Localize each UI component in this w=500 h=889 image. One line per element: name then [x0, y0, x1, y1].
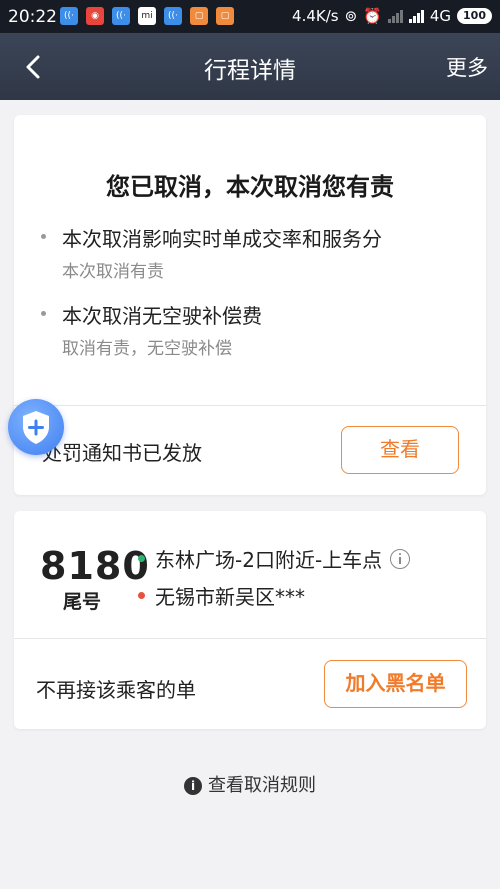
cancel-item-title: 本次取消无空驶补偿费 — [62, 304, 262, 328]
red-app-icon: ◉ — [86, 7, 104, 25]
wifi-app-icon: ((· — [164, 7, 182, 25]
pickup-location: 东林广场-2口附近-上车点 — [138, 544, 411, 573]
status-bar: 20:22 ((· ◉ ((· mi ((· ▢ ▢ 4.4K/s ⊚ ⏰ 4G… — [0, 0, 500, 33]
tail-number-label: 尾号 — [63, 591, 102, 613]
divider — [14, 405, 486, 406]
orange-app-icon: ▢ — [216, 7, 234, 25]
add-to-blacklist-button[interactable]: 加入黑名单 — [324, 660, 467, 708]
page-title: 行程详情 — [204, 58, 296, 84]
safety-shield-button[interactable] — [8, 399, 64, 455]
orange-app-icon: ▢ — [190, 7, 208, 25]
status-time: 20:22 — [8, 7, 57, 27]
dropoff-location: 无锡市新吴区*** — [138, 581, 305, 610]
info-icon[interactable] — [390, 548, 411, 569]
dropoff-dot-icon — [138, 592, 145, 599]
signal-icon — [387, 9, 403, 23]
battery-icon: 100 — [457, 8, 492, 24]
bullet-dot — [41, 311, 46, 316]
mi-app-icon: mi — [138, 7, 156, 25]
divider — [14, 638, 486, 639]
cancel-rules-label: 查看取消规则 — [208, 775, 316, 796]
view-notice-button[interactable]: 查看 — [341, 426, 459, 474]
notification-icons: ((· ◉ ((· mi ((· ▢ ▢ — [60, 7, 234, 25]
nav-bar: 行程详情 更多 — [0, 33, 500, 100]
network-type: 4G — [429, 7, 452, 25]
pickup-dot-icon — [138, 555, 145, 562]
penalty-notice-text: 处罚通知书已发放 — [42, 441, 202, 465]
shield-icon — [23, 411, 49, 444]
cancel-heading: 您已取消，本次取消您有责 — [106, 173, 394, 201]
cancel-item: 本次取消无空驶补偿费 — [41, 300, 262, 329]
cancel-item-title: 本次取消影响实时单成交率和服务分 — [62, 227, 382, 251]
signal-icon — [408, 9, 424, 23]
info-icon: i — [184, 777, 202, 795]
tail-number: 8180 — [40, 544, 150, 588]
more-button[interactable]: 更多 — [446, 52, 488, 82]
hotspot-icon: ⊚ — [344, 7, 358, 25]
cancel-rules-link[interactable]: i 查看取消规则 — [0, 771, 500, 797]
trip-info-card: 8180 尾号 东林广场-2口附近-上车点 无锡市新吴区*** 不再接该乘客的单… — [14, 511, 486, 729]
network-speed: 4.4K/s — [292, 7, 339, 25]
cancel-item-subtitle: 本次取消有责 — [62, 262, 164, 282]
wifi-app-icon: ((· — [60, 7, 78, 25]
bullet-dot — [41, 234, 46, 239]
wifi-app-icon: ((· — [112, 7, 130, 25]
alarm-icon: ⏰ — [363, 7, 382, 25]
dropoff-text: 无锡市新吴区*** — [155, 585, 305, 609]
pickup-text: 东林广场-2口附近-上车点 — [155, 548, 383, 572]
block-passenger-text: 不再接该乘客的单 — [36, 678, 196, 702]
cancel-item-subtitle: 取消有责，无空驶补偿 — [62, 339, 232, 359]
cancel-info-card: 您已取消，本次取消您有责 本次取消影响实时单成交率和服务分 本次取消有责 本次取… — [14, 115, 486, 495]
cancel-item: 本次取消影响实时单成交率和服务分 — [41, 223, 382, 252]
